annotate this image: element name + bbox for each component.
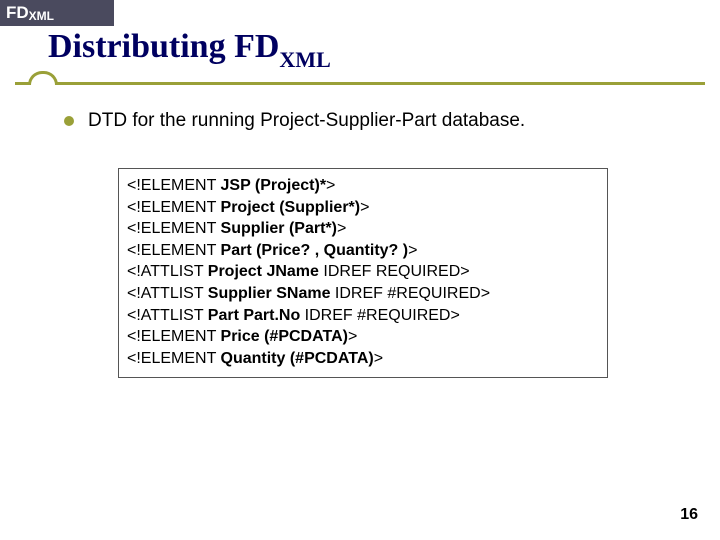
page-number: 16 [680, 506, 698, 524]
dtd-line: <!ELEMENT JSP (Project)*> [127, 175, 599, 197]
dtd-line: <!ELEMENT Project (Supplier*)> [127, 197, 599, 219]
dtd-line: <!ATTLIST Project JName IDREF REQUIRED> [127, 261, 599, 283]
bullet-item: DTD for the running Project-Supplier-Par… [64, 110, 680, 132]
bullet-icon [64, 116, 74, 126]
bullet-text: DTD for the running Project-Supplier-Par… [88, 110, 525, 132]
header-tag: FDXML [0, 0, 114, 26]
underline-bump [28, 71, 58, 85]
dtd-line: <!ATTLIST Supplier SName IDREF #REQUIRED… [127, 283, 599, 305]
dtd-box: <!ELEMENT JSP (Project)*> <!ELEMENT Proj… [118, 168, 608, 378]
title-sub: XML [279, 47, 330, 72]
dtd-line: <!ELEMENT Price (#PCDATA)> [127, 326, 599, 348]
dtd-line: <!ELEMENT Supplier (Part*)> [127, 218, 599, 240]
header-main: FD [6, 3, 29, 23]
title-main: Distributing FD [48, 28, 279, 65]
dtd-line: <!ATTLIST Part Part.No IDREF #REQUIRED> [127, 305, 599, 327]
dtd-line: <!ELEMENT Part (Price? , Quantity? )> [127, 240, 599, 262]
slide-title: Distributing FDXML [48, 28, 331, 71]
header-sub: XML [29, 9, 54, 23]
underline-line [15, 82, 705, 85]
title-underline [0, 78, 720, 82]
dtd-line: <!ELEMENT Quantity (#PCDATA)> [127, 348, 599, 370]
